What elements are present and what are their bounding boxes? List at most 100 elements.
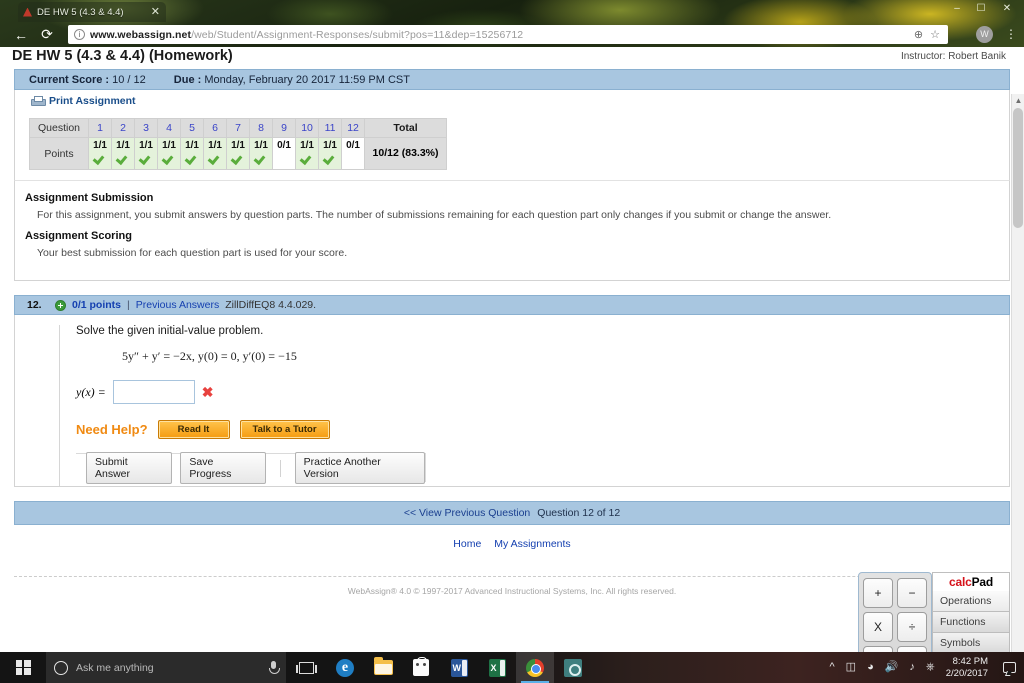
browser-tab[interactable]: DE HW 5 (4.3 & 4.4) ✕: [18, 2, 166, 22]
calcpad-tab-functions[interactable]: Functions: [932, 612, 1010, 633]
points-cell-1: 1/1: [88, 137, 113, 170]
need-help-label: Need Help?: [76, 422, 148, 437]
address-bar[interactable]: i www.webassign.net/web/Student/Assignme…: [68, 25, 948, 44]
scroll-up-arrow[interactable]: ▲: [1012, 94, 1024, 107]
print-assignment-link[interactable]: Print Assignment: [49, 95, 136, 107]
checkmark-icon: [117, 151, 130, 162]
points-value: 1/1: [139, 140, 153, 151]
calcpad-tab-operations[interactable]: Operations: [932, 591, 1010, 612]
chrome-icon: [526, 658, 544, 677]
calcpad-tab-symbols[interactable]: Symbols: [932, 633, 1010, 652]
question-body: Solve the given initial-value problem. 5…: [14, 315, 1010, 487]
talk-to-tutor-button[interactable]: Talk to a Tutor: [239, 420, 330, 439]
view-previous-question-link[interactable]: << View Previous Question: [404, 507, 530, 519]
question-header-7[interactable]: 7: [226, 118, 251, 138]
omnibox-icons: ⊕ ☆: [914, 28, 942, 41]
my-assignments-link[interactable]: My Assignments: [494, 538, 570, 550]
points-cell-11: 1/1: [318, 137, 343, 170]
question-header-3[interactable]: 3: [134, 118, 159, 138]
page-content: DE HW 5 (4.3 & 4.4) (Homework) Instructo…: [0, 47, 1024, 652]
points-cell-12: 0/1: [341, 137, 366, 170]
question-header-11[interactable]: 11: [318, 118, 343, 138]
notifications-icon[interactable]: [1003, 662, 1016, 673]
header-separator: |: [127, 299, 130, 311]
taskbar-app-excel[interactable]: X: [478, 652, 516, 683]
printer-icon: [31, 95, 46, 107]
taskbar-app-settings[interactable]: [554, 652, 592, 683]
question-header-1[interactable]: 1: [88, 118, 113, 138]
previous-answers-link[interactable]: Previous Answers: [136, 299, 219, 311]
taskbar-app-store[interactable]: [402, 652, 440, 683]
zoom-icon[interactable]: ⊕: [914, 28, 923, 41]
taskbar-app-file-explorer[interactable]: [364, 652, 402, 683]
chevron-up-icon[interactable]: ^: [829, 662, 834, 673]
browser-menu-icon[interactable]: ⋮: [1005, 27, 1017, 42]
site-info-icon[interactable]: i: [74, 29, 85, 40]
assignment-submission-text: For this assignment, you submit answers …: [37, 209, 832, 221]
answer-input[interactable]: [112, 380, 195, 404]
task-view-icon: [295, 661, 317, 674]
keyboard-icon[interactable]: ⎈: [926, 662, 935, 673]
wifi-icon[interactable]: ◕: [867, 662, 874, 673]
fraction-key[interactable]: [863, 646, 893, 652]
question-header-4[interactable]: 4: [157, 118, 182, 138]
tab-close-icon[interactable]: ✕: [149, 6, 162, 18]
task-view-button[interactable]: [286, 652, 326, 683]
file-explorer-icon: [373, 657, 393, 675]
back-icon[interactable]: ←: [8, 22, 34, 47]
question-header-6[interactable]: 6: [203, 118, 228, 138]
points-cell-9: 0/1: [272, 137, 297, 170]
taskbar-app-word[interactable]: W: [440, 652, 478, 683]
question-header-12[interactable]: 12: [341, 118, 366, 138]
question-points: 0/1 points: [72, 299, 122, 311]
exponent-key[interactable]: [897, 646, 927, 652]
taskbar-app-edge[interactable]: e: [326, 652, 364, 683]
points-cell-3: 1/1: [134, 137, 159, 170]
page-scrollbar[interactable]: ▲ ▼: [1011, 94, 1024, 652]
practice-another-version-button[interactable]: Practice Another Version: [294, 452, 425, 484]
microphone-icon[interactable]: [268, 661, 280, 674]
window-minimize-icon[interactable]: –: [948, 2, 966, 16]
times-key[interactable]: X: [863, 612, 893, 642]
cortana-search-box[interactable]: Ask me anything: [46, 652, 286, 683]
scrollbar-thumb[interactable]: [1013, 108, 1023, 228]
save-progress-button[interactable]: Save Progress: [180, 452, 266, 484]
reload-icon[interactable]: ⟳: [34, 22, 60, 47]
calcpad-title-calc: calc: [949, 575, 972, 589]
clock-date: 2/20/2017: [945, 667, 988, 679]
edge-icon: e: [336, 658, 354, 677]
answer-label: y(x) =: [76, 384, 106, 399]
question-header-10[interactable]: 10: [295, 118, 320, 138]
url-text: www.webassign.net/web/Student/Assignment…: [90, 29, 523, 41]
battery-icon[interactable]: ◫: [846, 662, 856, 673]
window-close-icon[interactable]: ✕: [998, 2, 1016, 16]
question-header-5[interactable]: 5: [180, 118, 205, 138]
search-placeholder: Ask me anything: [76, 661, 154, 674]
window-maximize-icon[interactable]: ☐: [972, 2, 990, 16]
question-header-9[interactable]: 9: [272, 118, 297, 138]
question-header-2[interactable]: 2: [111, 118, 136, 138]
read-it-button[interactable]: Read It: [157, 420, 230, 439]
minus-key[interactable]: −: [897, 578, 927, 608]
volume-icon[interactable]: 🔊: [885, 662, 899, 673]
expand-plus-icon[interactable]: [55, 299, 66, 311]
taskbar-clock[interactable]: 8:42 PM 2/20/2017: [946, 656, 992, 680]
plus-key[interactable]: +: [863, 578, 893, 608]
question-reference: ZillDiffEQ8 4.4.029.: [225, 299, 317, 311]
score-table: Question 1 2 3 4 5 6 7 8 9 10 11 12 Tota…: [28, 118, 448, 170]
question-header-8[interactable]: 8: [249, 118, 274, 138]
submit-answer-button[interactable]: Submit Answer: [86, 452, 173, 484]
bookmark-star-icon[interactable]: ☆: [930, 28, 940, 41]
calcpad-title: calcPad: [932, 572, 1010, 591]
bluetooth-icon[interactable]: ♪: [909, 662, 915, 673]
keypad-row: [863, 646, 931, 652]
settings-icon: [564, 658, 582, 677]
excel-icon: X: [488, 658, 506, 677]
assignment-summary-card: Current Score : 10 / 12 Due : Monday, Fe…: [14, 69, 1010, 281]
start-button[interactable]: [0, 652, 46, 683]
profile-avatar[interactable]: W: [976, 26, 993, 43]
divide-key[interactable]: ÷: [897, 612, 927, 642]
home-link[interactable]: Home: [453, 538, 481, 550]
taskbar-app-chrome[interactable]: [516, 652, 554, 683]
assignment-info-block: Assignment Submission For this assignmen…: [14, 180, 1010, 281]
